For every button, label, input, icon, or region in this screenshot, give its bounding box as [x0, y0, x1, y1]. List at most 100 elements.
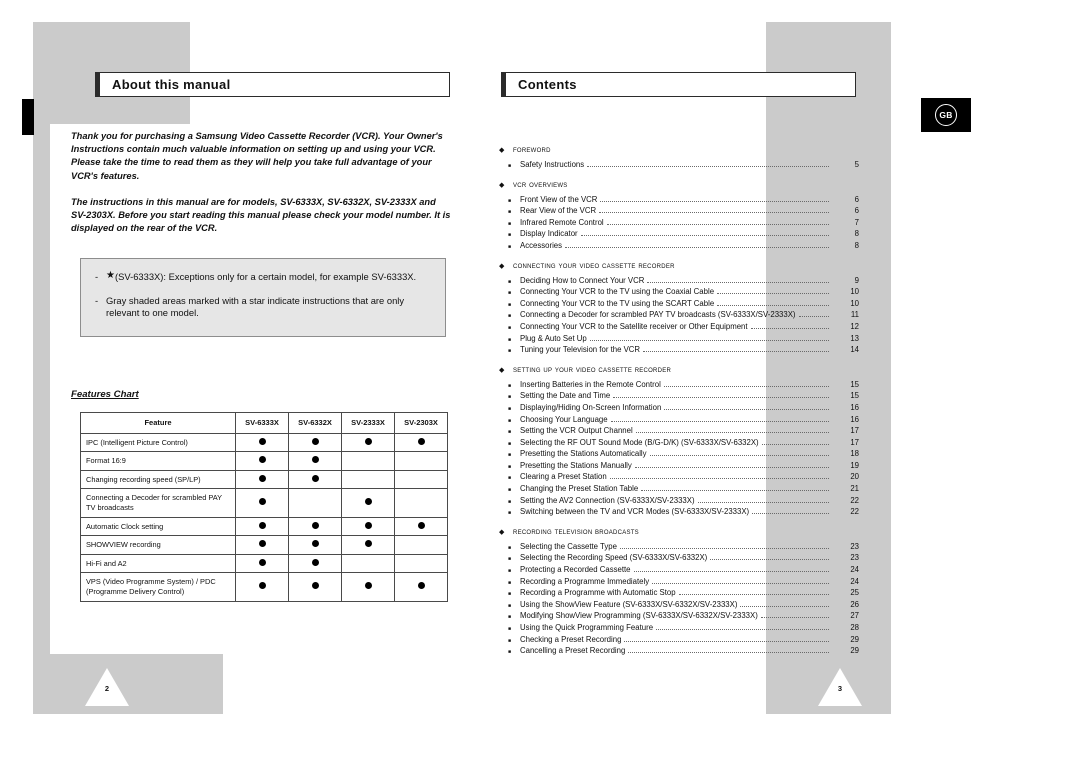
- toc-section-header: ◆ Recording Television Broadcasts: [499, 526, 859, 538]
- toc-entry[interactable]: ■ Safety Instructions 5: [499, 159, 859, 171]
- toc-leader-dots: [606, 223, 829, 225]
- toc-entry[interactable]: ■ Front View of the VCR 6: [499, 194, 859, 206]
- intro-paragraph-1: Thank you for purchasing a Samsung Video…: [71, 131, 443, 181]
- features-chart-table: Feature SV-6333X SV-6332X SV-2333X SV-2303X …: [80, 412, 448, 602]
- feature-unsupported-cell: [288, 488, 342, 518]
- toc-entry-page: 17: [850, 426, 859, 436]
- bullet-dot-icon: [311, 521, 319, 529]
- toc-entry[interactable]: ■ Modifying ShowView Programming (SV-6333…: [499, 610, 859, 622]
- toc-entry[interactable]: ■ Rear View of the VCR 6: [499, 205, 859, 217]
- toc-entry-label: Safety Instructions: [520, 160, 585, 169]
- square-bullet-icon: ■: [508, 301, 512, 308]
- table-row: Connecting a Decoder for scrambled PAY T…: [80, 488, 448, 518]
- toc-entry[interactable]: ■ Recording a Programme Immediately 24: [499, 576, 859, 588]
- toc-entry[interactable]: ■ Cancelling a Preset Recording 29: [499, 645, 859, 657]
- toc-entry[interactable]: ■ Plug & Auto Set Up 13: [499, 333, 859, 345]
- bullet-dot-icon: [311, 582, 319, 590]
- toc-entry[interactable]: ■ Choosing Your Language 16: [499, 414, 859, 426]
- toc-entry[interactable]: ■ Deciding How to Connect Your VCR 9: [499, 275, 859, 287]
- toc-entry[interactable]: ■ Displaying/Hiding On-Screen Information…: [499, 402, 859, 414]
- toc-leader-dots: [633, 571, 829, 573]
- toc-entry[interactable]: ■ Selecting the Recording Speed (SV-6333X…: [499, 552, 859, 564]
- note-line-1: - ★(SV-6333X): Exceptions only for a cer…: [95, 271, 431, 284]
- toc-entry-page: 6: [854, 206, 859, 216]
- toc-entry-label: Connecting Your VCR to the TV using the …: [520, 287, 715, 297]
- toc-entry-page: 14: [850, 345, 859, 355]
- square-bullet-icon: ■: [508, 313, 512, 320]
- square-bullet-icon: ■: [508, 290, 512, 297]
- toc-entry[interactable]: ■ Setting the VCR Output Channel 17: [499, 425, 859, 437]
- toc-entry[interactable]: ■ Connecting a Decoder for scrambled PAY …: [499, 309, 859, 321]
- toc-leader-dots: [609, 478, 829, 480]
- toc-section-gap: [499, 356, 859, 364]
- toc-entry-label: Connecting Your VCR to the TV using the …: [520, 298, 715, 308]
- toc-entry-page: 24: [850, 576, 859, 586]
- toc-entry-page: 23: [850, 553, 859, 563]
- bullet-dot-icon: [258, 558, 266, 566]
- toc-entry[interactable]: ■ Setting the Date and Time 15: [499, 390, 859, 402]
- intro-text-block: Thank you for purchasing a Samsung Video…: [71, 130, 451, 248]
- toc-entry-page: 21: [850, 484, 859, 494]
- toc-entry[interactable]: ■ Selecting the RF OUT Sound Mode (B/G-D/…: [499, 437, 859, 449]
- toc-entry[interactable]: ■ Inserting Batteries in the Remote Contr…: [499, 379, 859, 391]
- feature-supported-dot: [341, 516, 395, 537]
- toc-leader-dots: [634, 466, 829, 468]
- toc-entry-label: Selecting the Recording Speed (SV-6333X/…: [520, 553, 708, 563]
- toc-entry[interactable]: ■ Using the ShowView Feature (SV-6333X/SV…: [499, 599, 859, 611]
- feature-label: VPS (Video Programme System) / PDC (Prog…: [80, 572, 236, 602]
- square-bullet-icon: ■: [508, 209, 512, 216]
- toc-entry-label: Recording a Programme with Automatic Sto…: [520, 588, 676, 598]
- features-chart-heading: Features Chart: [71, 389, 139, 400]
- feature-supported-dot: [235, 469, 289, 490]
- square-bullet-icon: ■: [508, 394, 512, 401]
- toc-entry[interactable]: ■ Protecting a Recorded Cassette 24: [499, 564, 859, 576]
- page-number-right-text: 3: [837, 684, 843, 693]
- feature-supported-dot: [394, 516, 448, 537]
- toc-entry[interactable]: ■ Recording a Programme with Automatic St…: [499, 587, 859, 599]
- toc-entry[interactable]: ■ Presetting the Stations Manually 19: [499, 460, 859, 472]
- toc-entry[interactable]: ■ Changing the Preset Station Table 21: [499, 483, 859, 495]
- note-line-2-text: Gray shaded areas marked with a star ind…: [106, 294, 405, 319]
- note-line-2: - Gray shaded areas marked with a star i…: [95, 295, 431, 320]
- toc-entry[interactable]: ■ Setting the AV2 Connection (SV-6333X/SV…: [499, 495, 859, 507]
- toc-entry[interactable]: ■ Using the Quick Programming Feature 28: [499, 622, 859, 634]
- square-bullet-icon: ■: [508, 614, 512, 621]
- bullet-dot-icon: [258, 582, 266, 590]
- feature-unsupported-cell: [341, 469, 395, 490]
- bullet-dot-icon: [311, 474, 319, 482]
- toc-entry[interactable]: ■ Switching between the TV and VCR Modes …: [499, 506, 859, 518]
- page-title-about-this-manual: About this manual: [95, 72, 450, 97]
- bullet-dot-icon: [258, 540, 266, 548]
- toc-entry[interactable]: ■ Connecting Your VCR to the Satellite re…: [499, 321, 859, 333]
- toc-entry[interactable]: ■ Display Indicator 8: [499, 228, 859, 240]
- toc-leader-dots: [587, 166, 829, 167]
- bullet-dot-icon: [364, 582, 372, 590]
- toc-entry[interactable]: ■ Connecting Your VCR to the TV using the…: [499, 298, 859, 310]
- square-bullet-icon: ■: [508, 602, 512, 609]
- square-bullet-icon: ■: [508, 637, 512, 644]
- toc-entry-page: 15: [850, 379, 859, 389]
- square-bullet-icon: ■: [508, 278, 512, 285]
- toc-leader-dots: [600, 200, 829, 202]
- toc-leader-dots: [663, 385, 829, 387]
- bullet-dot-icon: [364, 498, 372, 506]
- toc-entry[interactable]: ■ Tuning your Television for the VCR 14: [499, 344, 859, 356]
- toc-entry[interactable]: ■ Presetting the Stations Automatically 18: [499, 448, 859, 460]
- gb-icon: GB: [935, 104, 957, 126]
- page-title-contents: Contents: [501, 72, 856, 97]
- table-of-contents: ◆ Foreword ■ Safety Instructions 5 ◆ VCR Overv…: [499, 144, 859, 657]
- toc-entry-label: Displaying/Hiding On-Screen Information: [520, 402, 662, 412]
- toc-entry[interactable]: ■ Selecting the Cassette Type 23: [499, 541, 859, 553]
- toc-entry[interactable]: ■ Infrared Remote Control 7: [499, 217, 859, 229]
- toc-entry-label: Recording a Programme Immediately: [520, 576, 650, 586]
- feature-supported-dot: [341, 535, 395, 555]
- toc-entry[interactable]: ■ Accessories 8: [499, 240, 859, 252]
- feature-unsupported-cell: [394, 488, 448, 518]
- square-bullet-icon: ■: [508, 440, 512, 447]
- toc-entry[interactable]: ■ Connecting Your VCR to the TV using the…: [499, 286, 859, 298]
- bullet-dot-icon: [364, 521, 372, 529]
- toc-entry[interactable]: ■ Checking a Preset Recording 29: [499, 634, 859, 646]
- toc-entry[interactable]: ■ Clearing a Preset Station 20: [499, 471, 859, 483]
- feature-label: Automatic Clock setting: [80, 516, 236, 537]
- toc-entry-label: Infrared Remote Control: [520, 217, 604, 227]
